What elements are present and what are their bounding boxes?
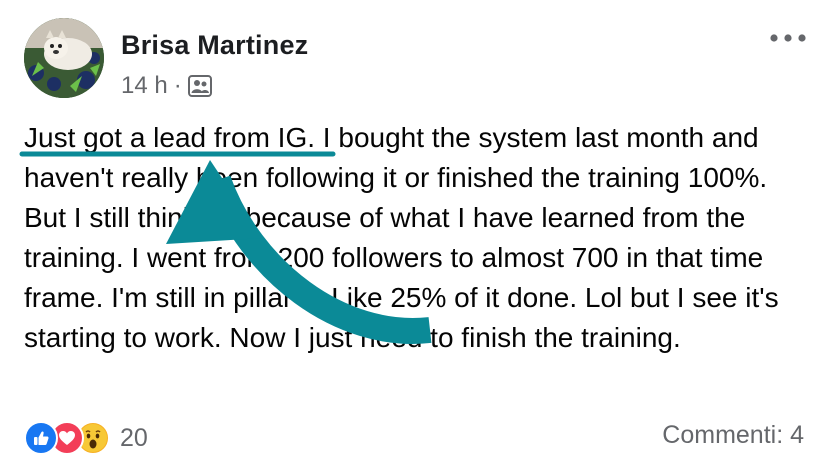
post-meta: 14 h · [121, 70, 212, 102]
more-options-button[interactable] [768, 26, 808, 50]
friends-icon [187, 75, 212, 97]
more-dots-icon [770, 34, 806, 42]
reaction-icons [24, 421, 110, 455]
highlighted-text: Just got a lead from IG [24, 122, 308, 153]
author-name[interactable]: Brisa Martinez [121, 30, 308, 61]
reactions-summary[interactable]: 20 [24, 418, 148, 458]
post-body-text: . I bought the system last month and hav… [24, 122, 779, 353]
post-text: Just got a lead from IG. I bought the sy… [24, 118, 804, 358]
avatar[interactable] [24, 18, 104, 98]
like-icon [24, 421, 58, 455]
reaction-count[interactable]: 20 [120, 424, 148, 453]
avatar-photo-icon [24, 18, 104, 98]
comments-count[interactable]: Commenti: 4 [662, 421, 804, 450]
meta-separator: · [173, 72, 182, 99]
post-time[interactable]: 14 h [121, 72, 168, 100]
